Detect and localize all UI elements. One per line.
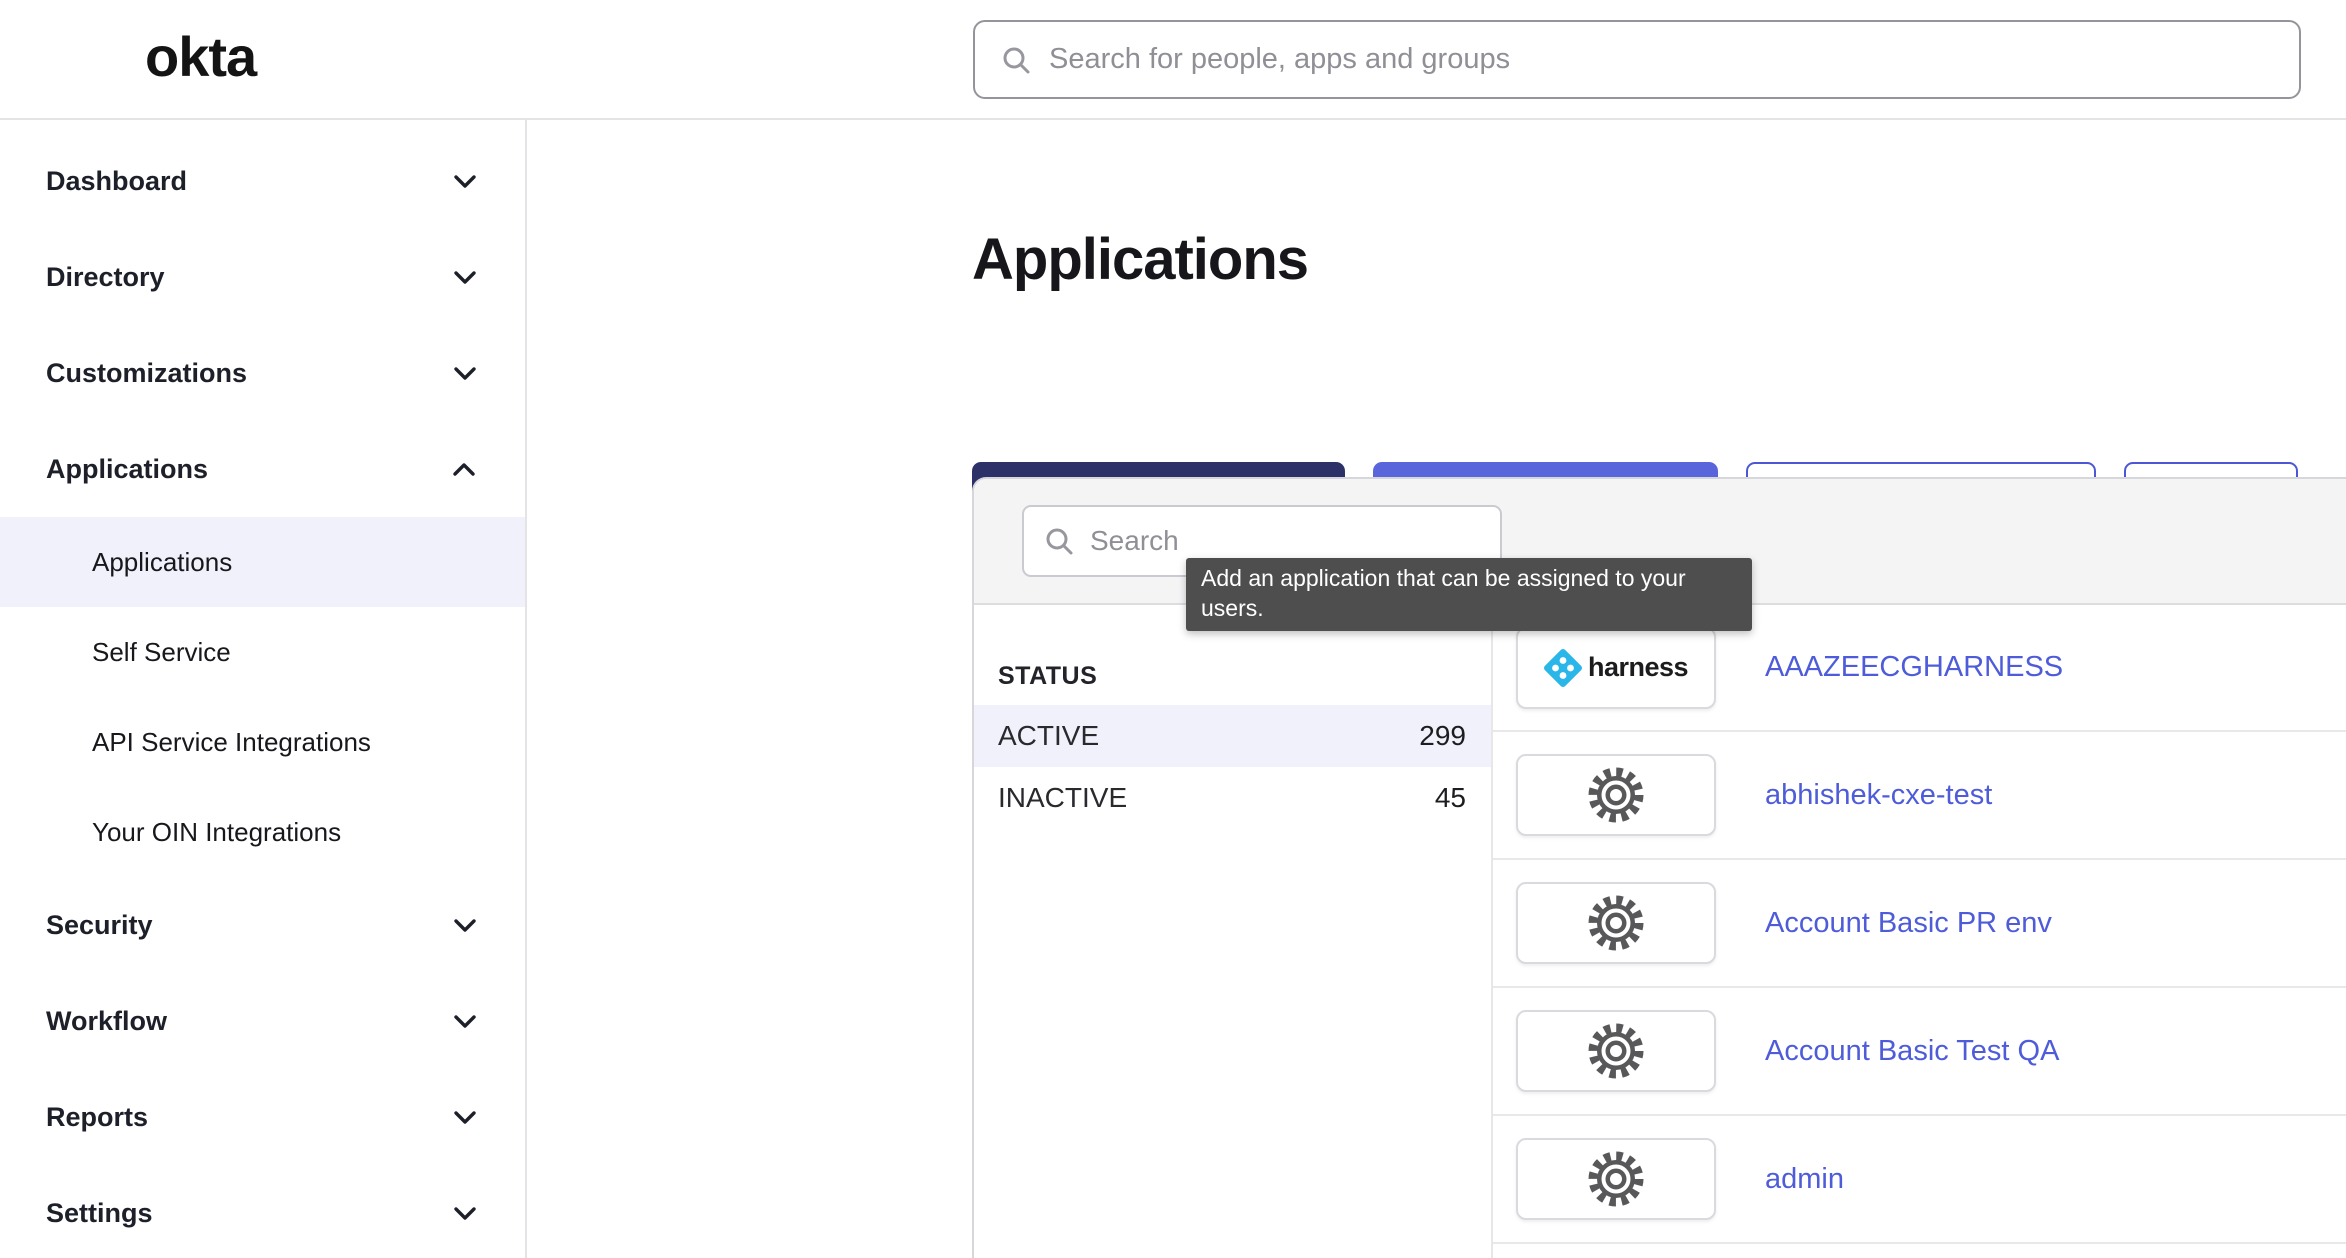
app-logo-tile <box>1516 1138 1716 1220</box>
filter-inactive[interactable]: INACTIVE 45 <box>974 767 1491 829</box>
okta-wordmark: okta <box>145 29 256 91</box>
sidebar-item-applications[interactable]: Applications <box>0 421 525 517</box>
gear-icon <box>1586 1149 1646 1209</box>
app-link[interactable]: AAAZEECGHARNESS <box>1765 651 2063 684</box>
okta-admin-console: okta Dashboard Directory Customizations … <box>0 0 2346 1258</box>
chevron-down-icon <box>452 913 477 938</box>
app-link[interactable]: admin <box>1765 1163 1844 1196</box>
global-search-input[interactable] <box>1049 43 2273 76</box>
app-row[interactable]: abhishek-cxe-test <box>1493 732 2346 860</box>
app-row[interactable]: Account Basic PR env <box>1493 860 2346 988</box>
app-logo-tile: harness <box>1516 627 1716 709</box>
harness-logo-icon <box>1544 649 1582 687</box>
search-icon <box>1044 526 1074 556</box>
gear-icon <box>1586 765 1646 825</box>
app-logo-tile <box>1516 754 1716 836</box>
status-filter: STATUS ACTIVE 299 INACTIVE 45 <box>974 605 1491 1258</box>
app-logo-tile <box>1516 1010 1716 1092</box>
sidebar-subitem-api-service-integrations[interactable]: API Service Integrations <box>0 697 525 787</box>
app-row[interactable]: admin <box>1493 1116 2346 1244</box>
app-link[interactable]: Account Basic PR env <box>1765 907 2052 940</box>
sidebar-item-dashboard[interactable]: Dashboard <box>0 133 525 229</box>
sidebar-item-workflow[interactable]: Workflow <box>0 973 525 1069</box>
app-logo-tile <box>1516 882 1716 964</box>
gear-icon <box>1586 1021 1646 1081</box>
sidebar-subitem-your-oin-integrations[interactable]: Your OIN Integrations <box>0 787 525 877</box>
sidebar-item-directory[interactable]: Directory <box>0 229 525 325</box>
gear-icon <box>1586 893 1646 953</box>
sidebar-item-security[interactable]: Security <box>0 877 525 973</box>
search-icon <box>1001 45 1031 75</box>
sidebar-item-customizations[interactable]: Customizations <box>0 325 525 421</box>
inactive-count: 45 <box>1435 782 1466 814</box>
sidebar-item-reports[interactable]: Reports <box>0 1069 525 1165</box>
top-header: okta <box>0 0 2346 120</box>
chevron-down-icon <box>452 1201 477 1226</box>
chevron-up-icon <box>452 457 477 482</box>
sidebar-subitem-applications[interactable]: Applications <box>0 517 525 607</box>
app-row[interactable]: Account Basic Test QA <box>1493 988 2346 1116</box>
sidebar: Dashboard Directory Customizations Appli… <box>0 120 527 1258</box>
okta-logo-icon <box>45 22 117 98</box>
chevron-down-icon <box>452 265 477 290</box>
page-title: Applications <box>972 226 1308 293</box>
status-heading: STATUS <box>974 661 1491 691</box>
panel-body: STATUS ACTIVE 299 INACTIVE 45 harness <box>974 605 2346 1258</box>
sidebar-item-settings[interactable]: Settings <box>0 1165 525 1258</box>
app-link[interactable]: Account Basic Test QA <box>1765 1035 2059 1068</box>
applications-subnav: Applications Self Service API Service In… <box>0 517 525 877</box>
okta-logo[interactable]: okta <box>45 22 256 98</box>
harness-logo-text: harness <box>1588 652 1688 683</box>
chevron-down-icon <box>452 1105 477 1130</box>
chevron-down-icon <box>452 169 477 194</box>
app-search-input[interactable] <box>1090 525 1480 557</box>
chevron-down-icon <box>452 361 477 386</box>
chevron-down-icon <box>452 1009 477 1034</box>
filter-active[interactable]: ACTIVE 299 <box>974 705 1491 767</box>
global-search <box>973 20 2301 99</box>
sidebar-subitem-self-service[interactable]: Self Service <box>0 607 525 697</box>
app-link[interactable]: abhishek-cxe-test <box>1765 779 1992 812</box>
active-count: 299 <box>1419 720 1466 752</box>
app-list: harness AAAZEECGHARNESS abhishek-cxe-tes… <box>1491 605 2346 1258</box>
tooltip: Add an application that can be assigned … <box>1186 558 1752 631</box>
